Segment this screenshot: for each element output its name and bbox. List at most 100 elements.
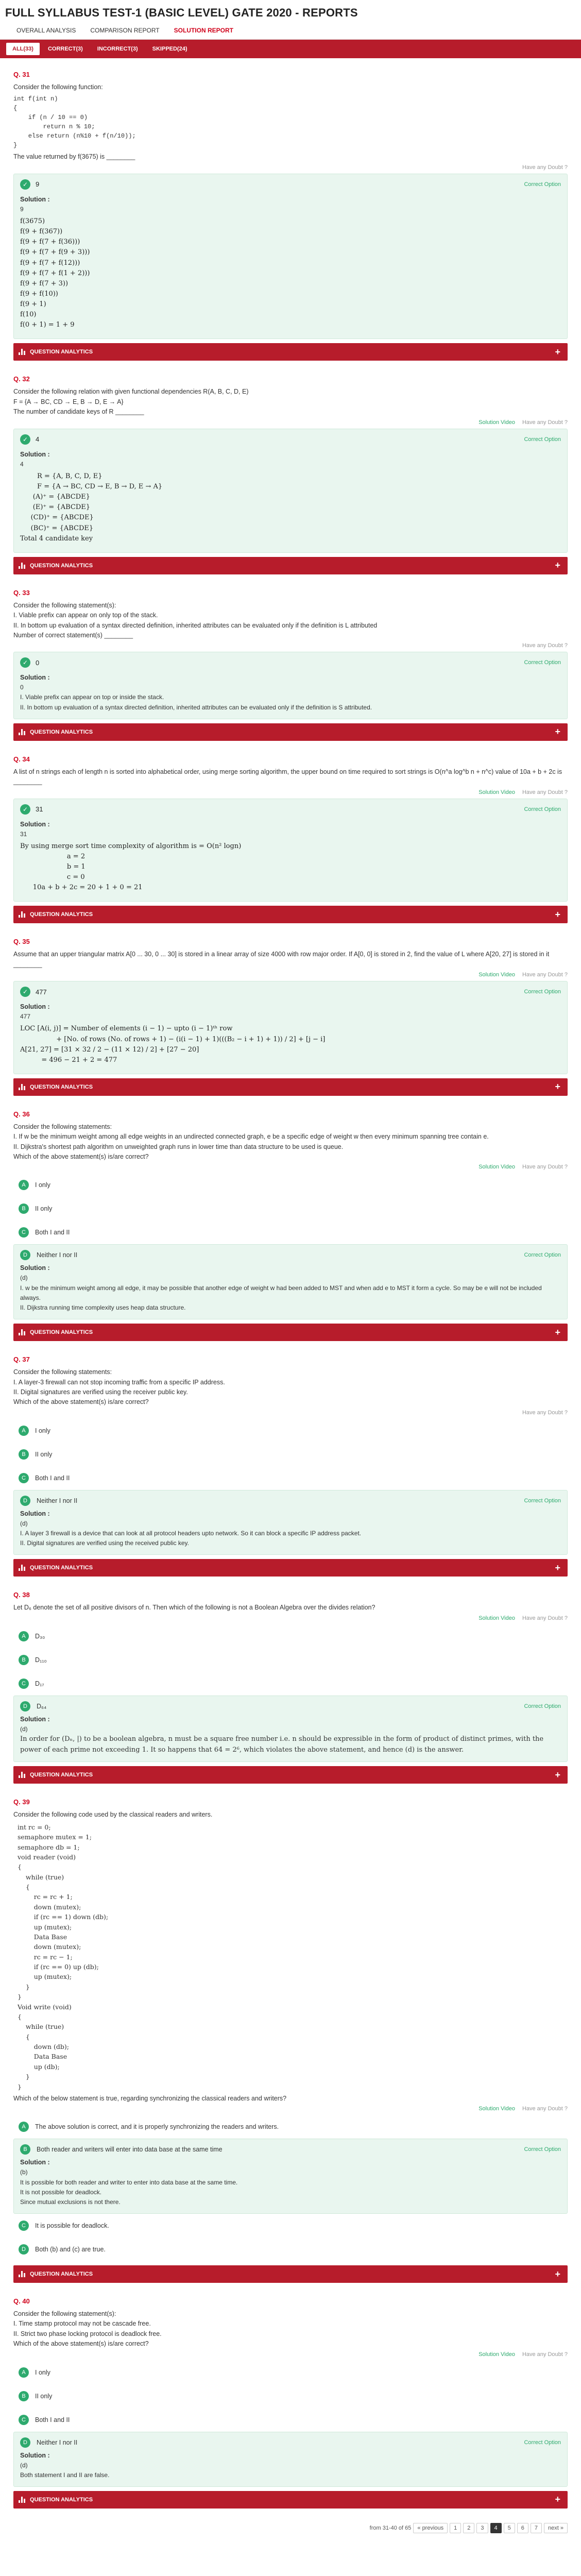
option-b[interactable]: B II only — [13, 2384, 568, 2408]
doubt-link[interactable]: Have any Doubt ? — [522, 789, 568, 795]
solution-video-link[interactable]: Solution Video — [479, 1164, 515, 1170]
solution-video-link[interactable]: Solution Video — [479, 419, 515, 426]
expand-plus-icon[interactable]: + — [555, 1327, 560, 1338]
option-d-correct[interactable]: D Neither I nor II Correct Option Solutio… — [13, 1244, 568, 1320]
option-a[interactable]: A I only — [13, 1419, 568, 1443]
filter-incorrect[interactable]: INCORRECT(3) — [91, 43, 144, 55]
solution-video-link[interactable]: Solution Video — [479, 2106, 515, 2112]
option-text: Neither I nor II — [37, 1251, 78, 1259]
option-b[interactable]: B D₁₁₀ — [13, 1648, 568, 1672]
question-analytics-bar[interactable]: QUESTION ANALYTICS + — [13, 1078, 568, 1096]
page-3[interactable]: 3 — [476, 2522, 488, 2533]
filter-all[interactable]: ALL(33) — [6, 43, 40, 55]
expand-plus-icon[interactable]: + — [555, 560, 560, 571]
doubt-link[interactable]: Have any Doubt ? — [522, 1164, 568, 1170]
option-c[interactable]: C Both I and II — [13, 2408, 568, 2432]
option-c[interactable]: C Both I and II — [13, 1466, 568, 1490]
doubt-link[interactable]: Have any Doubt ? — [522, 1615, 568, 1621]
doubt-link[interactable]: Have any Doubt ? — [522, 2106, 568, 2112]
question-analytics-bar[interactable]: QUESTION ANALYTICS + — [13, 1559, 568, 1577]
question-number: Q. 36 — [13, 1110, 30, 1118]
page-6[interactable]: 6 — [517, 2522, 528, 2533]
solution-video-link[interactable]: Solution Video — [479, 2351, 515, 2358]
expand-plus-icon[interactable]: + — [555, 726, 560, 737]
correct-option-label: Correct Option — [524, 1703, 561, 1709]
solution-label: Solution : — [20, 450, 50, 458]
option-d[interactable]: D Both (b) and (c) are true. — [13, 2238, 568, 2261]
option-text: D₁₇ — [35, 1680, 44, 1687]
question-analytics-bar[interactable]: QUESTION ANALYTICS + — [13, 1766, 568, 1784]
solution-label: Solution : — [20, 820, 50, 828]
answer-value: 4 — [36, 435, 40, 444]
option-a[interactable]: A D₃₀ — [13, 1624, 568, 1648]
answer-head: ✓ 9 Correct Option — [20, 179, 561, 190]
expand-plus-icon[interactable]: + — [555, 1081, 560, 1092]
question-analytics-bar[interactable]: QUESTION ANALYTICS + — [13, 2490, 568, 2509]
tab-comparison-report[interactable]: COMPARISON REPORT — [83, 26, 166, 35]
solution-label: Solution : — [20, 1003, 50, 1011]
option-d-correct[interactable]: D Neither I nor II Correct Option Solutio… — [13, 1489, 568, 1555]
question-analytics-bar[interactable]: QUESTION ANALYTICS + — [13, 1324, 568, 1342]
solution-video-link[interactable]: Solution Video — [479, 1615, 515, 1621]
option-d-correct[interactable]: D D₆₄ Correct Option Solution : (d) In or… — [13, 1695, 568, 1762]
page-2[interactable]: 2 — [463, 2522, 475, 2533]
option-b[interactable]: B II only — [13, 1443, 568, 1466]
option-a[interactable]: A The above solution is correct, and it i… — [13, 2115, 568, 2139]
meta-row: Solution Video Have any Doubt ? — [13, 1615, 568, 1621]
question-code: int rc = 0; semaphore mutex = 1; semapho… — [17, 1823, 109, 2091]
question-analytics-bar[interactable]: QUESTION ANALYTICS + — [13, 723, 568, 741]
question-text: Consider the following statement(s): I. … — [13, 2310, 162, 2348]
expand-plus-icon[interactable]: + — [555, 2494, 560, 2505]
tab-overall-analysis[interactable]: OVERALL ANALYSIS — [9, 26, 83, 35]
option-c[interactable]: C D₁₇ — [13, 1672, 568, 1696]
page-5[interactable]: 5 — [503, 2522, 515, 2533]
solution-video-link[interactable]: Solution Video — [479, 789, 515, 795]
option-b[interactable]: B II only — [13, 1197, 568, 1221]
page-7[interactable]: 7 — [530, 2522, 542, 2533]
option-text: I only — [35, 2368, 50, 2376]
correct-option-label: Correct Option — [524, 2439, 561, 2446]
solution-label: Solution : — [20, 1715, 50, 1723]
expand-plus-icon[interactable]: + — [555, 909, 560, 920]
pagination-prev[interactable]: « previous — [413, 2522, 448, 2533]
doubt-link[interactable]: Have any Doubt ? — [522, 1410, 568, 1416]
expand-plus-icon[interactable]: + — [555, 2269, 560, 2280]
question-analytics-bar[interactable]: QUESTION ANALYTICS + — [13, 2265, 568, 2283]
bar-chart-icon — [19, 1772, 26, 1778]
expand-plus-icon[interactable]: + — [555, 347, 560, 358]
filter-skipped[interactable]: SKIPPED(24) — [146, 43, 194, 55]
pagination-next[interactable]: next » — [544, 2522, 568, 2533]
option-a[interactable]: A I only — [13, 1173, 568, 1197]
solution-math: f(3675) f(9 + f(367)) f(9 + f(7 + f(36))… — [20, 217, 90, 329]
doubt-link[interactable]: Have any Doubt ? — [522, 972, 568, 978]
expand-plus-icon[interactable]: + — [555, 1563, 560, 1573]
option-c[interactable]: C Both I and II — [13, 1221, 568, 1244]
option-text: D₁₁₀ — [35, 1656, 47, 1664]
question-text: Consider the following statement(s): I. … — [13, 601, 378, 639]
doubt-link[interactable]: Have any Doubt ? — [522, 642, 568, 649]
meta-row: Have any Doubt ? — [13, 1410, 568, 1416]
filter-correct[interactable]: CORRECT(3) — [42, 43, 89, 55]
option-b-correct[interactable]: B Both reader and writers will enter into… — [13, 2139, 568, 2214]
solution-text: I. A layer 3 firewall is a device that c… — [20, 1529, 362, 1547]
expand-plus-icon[interactable]: + — [555, 1770, 560, 1781]
solution-video-link[interactable]: Solution Video — [479, 972, 515, 978]
tab-solution-report[interactable]: SOLUTION REPORT — [167, 26, 241, 35]
doubt-link[interactable]: Have any Doubt ? — [522, 419, 568, 426]
solution-math: LOC [A(i, j)] = Number of elements (i − … — [20, 1025, 326, 1064]
question-analytics-bar[interactable]: QUESTION ANALYTICS + — [13, 556, 568, 574]
page-4[interactable]: 4 — [490, 2522, 502, 2533]
doubt-link[interactable]: Have any Doubt ? — [522, 2351, 568, 2358]
question-text-after: The value returned by f(3675) is _______… — [13, 153, 135, 161]
option-d-correct[interactable]: D Neither I nor II Correct Option Solutio… — [13, 2431, 568, 2487]
answer-value: 0 — [36, 658, 40, 667]
analytics-label: QUESTION ANALYTICS — [30, 2496, 93, 2503]
doubt-link[interactable]: Have any Doubt ? — [522, 164, 568, 171]
question-number: Q. 39 — [13, 1798, 30, 1806]
option-a[interactable]: A I only — [13, 2361, 568, 2384]
question-analytics-bar[interactable]: QUESTION ANALYTICS + — [13, 906, 568, 924]
option-c[interactable]: C It is possible for deadlock. — [13, 2214, 568, 2238]
question-analytics-bar[interactable]: QUESTION ANALYTICS + — [13, 343, 568, 361]
questions-list: Q. 31 Consider the following function: i… — [0, 58, 581, 2509]
page-1[interactable]: 1 — [450, 2522, 462, 2533]
